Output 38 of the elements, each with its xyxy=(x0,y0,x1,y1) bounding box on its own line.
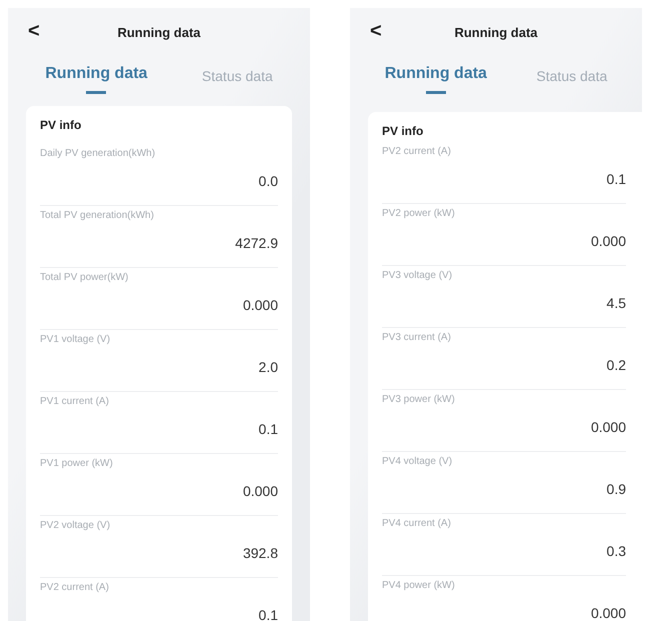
field-value: 0.2 xyxy=(606,357,626,373)
page-title: Running data xyxy=(454,24,538,40)
field-label: PV2 current (A) xyxy=(40,581,110,593)
field-label: PV4 current (A) xyxy=(382,517,452,529)
field-label: PV2 voltage (V) xyxy=(40,519,112,531)
field-value: 0.1 xyxy=(258,421,278,437)
field-value: 0.000 xyxy=(242,483,278,499)
section-title: PV info xyxy=(382,124,424,138)
field-value: 4.5 xyxy=(606,295,626,311)
field-label: PV3 current (A) xyxy=(382,331,452,343)
field-value: 4272.9 xyxy=(235,235,278,251)
field-label: PV3 voltage (V) xyxy=(382,269,454,281)
field-value: 392.8 xyxy=(242,545,278,561)
field-label: PV1 power (kW) xyxy=(40,457,114,469)
field-value: 2.0 xyxy=(258,359,278,375)
field-value: 0.000 xyxy=(590,419,626,435)
field-value: 0.000 xyxy=(242,297,278,313)
field-label: PV1 voltage (V) xyxy=(40,333,112,345)
field-value: 0.0 xyxy=(258,173,278,189)
field-value: 0.000 xyxy=(590,605,626,621)
page-title: Running data xyxy=(117,24,201,40)
field-label: Total PV generation(kWh) xyxy=(40,209,155,221)
field-label: PV2 current (A) xyxy=(382,145,452,157)
field-value: 0.000 xyxy=(590,233,626,249)
field-value: 0.1 xyxy=(606,171,626,187)
field-label: PV4 power (kW) xyxy=(382,579,456,591)
field-label: PV4 voltage (V) xyxy=(382,455,454,467)
field-value: 0.3 xyxy=(606,543,626,559)
field-label: Total PV power(kW) xyxy=(40,271,130,283)
field-label: PV2 power (kW) xyxy=(382,207,456,219)
field-value: 0.1 xyxy=(258,607,278,621)
field-value: 0.9 xyxy=(606,481,626,497)
field-label: PV1 current (A) xyxy=(40,395,110,407)
field-label: PV3 power (kW) xyxy=(382,393,456,405)
back-button[interactable]: < xyxy=(370,20,382,43)
section-title: PV info xyxy=(40,118,82,132)
field-label: Daily PV generation(kWh) xyxy=(40,147,156,159)
back-button[interactable]: < xyxy=(28,20,40,43)
